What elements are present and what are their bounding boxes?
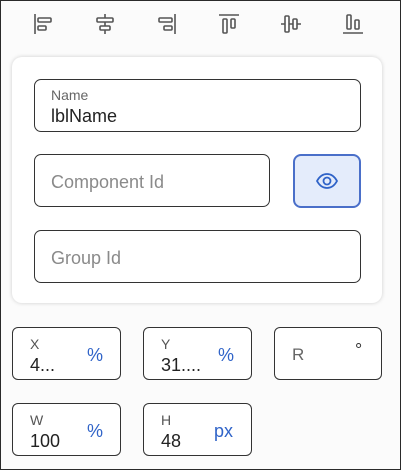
height-label: H xyxy=(161,412,172,428)
width-field[interactable]: W 100 % xyxy=(12,403,121,456)
align-toolbar xyxy=(1,1,401,47)
name-label: Name xyxy=(51,87,89,103)
align-top-button[interactable] xyxy=(213,9,245,39)
align-bottom-icon xyxy=(343,14,363,34)
x-label: X xyxy=(30,336,40,352)
align-center-vertical-icon xyxy=(281,15,301,33)
x-field[interactable]: X 4... % xyxy=(12,327,121,380)
y-label: Y xyxy=(161,336,171,352)
align-left-button[interactable] xyxy=(27,9,59,39)
y-value: 31.... xyxy=(161,355,202,375)
align-left-icon xyxy=(34,14,52,34)
component-id-placeholder: Component Id xyxy=(51,172,165,192)
y-unit[interactable]: % xyxy=(218,345,234,366)
align-bottom-button[interactable] xyxy=(337,9,369,39)
group-id-field[interactable]: Group Id xyxy=(34,230,361,283)
x-value: 4... xyxy=(30,355,56,375)
align-center-vertical-button[interactable] xyxy=(275,9,307,39)
width-label: W xyxy=(30,412,44,428)
align-center-horizontal-icon xyxy=(96,14,114,34)
width-value: 100 xyxy=(30,431,61,451)
height-field[interactable]: H 48 px xyxy=(143,403,252,456)
align-right-button[interactable] xyxy=(151,9,183,39)
group-id-placeholder: Group Id xyxy=(51,248,122,268)
width-unit[interactable]: % xyxy=(87,421,103,442)
x-unit[interactable]: % xyxy=(87,345,103,366)
align-right-icon xyxy=(158,14,176,34)
height-unit[interactable]: px xyxy=(214,421,233,442)
y-field[interactable]: Y 31.... % xyxy=(143,327,252,380)
visibility-toggle-button[interactable] xyxy=(293,154,361,208)
rotation-unit: ° xyxy=(355,340,363,360)
name-value: lblName xyxy=(51,106,118,126)
component-id-field[interactable]: Component Id xyxy=(34,154,270,207)
rotation-field[interactable]: R ° xyxy=(274,327,382,380)
rotation-placeholder: R xyxy=(292,345,305,364)
properties-panel: Name lblName Component Id Group Id X 4..… xyxy=(0,0,401,470)
name-field[interactable]: Name lblName xyxy=(34,79,361,132)
align-center-horizontal-button[interactable] xyxy=(89,9,121,39)
height-value: 48 xyxy=(161,431,182,451)
eye-icon xyxy=(315,173,339,189)
align-top-icon xyxy=(219,14,239,34)
